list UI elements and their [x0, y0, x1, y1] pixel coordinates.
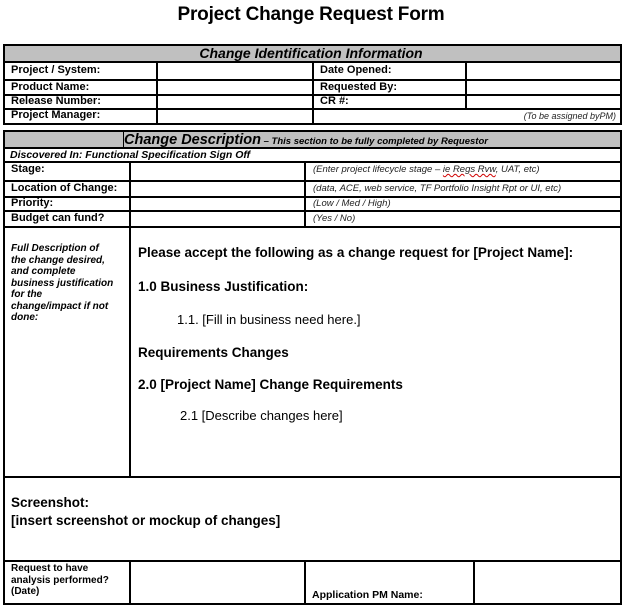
divider [304, 161, 306, 227]
label-line: the change desired, [11, 254, 105, 266]
label-line: Request to have [11, 563, 89, 574]
label-line: (Date) [11, 586, 40, 597]
cr-assigned-note: (To be assigned byPM) [523, 111, 616, 121]
location-label: Location of Change: [11, 182, 118, 194]
describe-changes-item: 2.1 [Describe changes here] [180, 408, 343, 423]
form-title: Project Change Request Form [177, 4, 445, 25]
analysis-request-label: Request to have analysis performed? (Dat… [11, 563, 109, 598]
release-number-label: Release Number: [11, 95, 101, 107]
project-system-label: Project / System: [11, 64, 101, 76]
label-line: business justification [11, 277, 114, 289]
requirements-changes-heading: Requirements Changes [138, 345, 289, 360]
stage-hint-suffix: , UAT, etc) [495, 164, 540, 175]
application-pm-name-label: Application PM Name: [312, 589, 423, 601]
analysis-date-field[interactable] [131, 562, 304, 604]
date-opened-field[interactable] [467, 63, 620, 79]
stage-label: Stage: [11, 163, 45, 175]
stage-hint: (Enter project lifecycle stage – ie Regs… [313, 164, 540, 175]
stage-hint-misspelled: ie Regs Rvw [442, 164, 496, 175]
change-requirements-heading: 2.0 [Project Name] Change Requirements [138, 377, 403, 392]
budget-field[interactable] [131, 212, 304, 226]
budget-hint: (Yes / No) [313, 213, 356, 224]
application-pm-name-field[interactable] [475, 562, 620, 604]
business-need-item: 1.1. [Fill in business need here.] [177, 312, 361, 327]
description-intro: Please accept the following as a change … [138, 245, 574, 260]
label-line: Full Description of [11, 243, 99, 254]
screenshot-label: Screenshot: [11, 495, 90, 510]
cr-number-label: CR #: [320, 95, 349, 107]
label-line: and complete [11, 266, 76, 277]
priority-label: Priority: [11, 197, 54, 209]
location-hint: (data, ACE, web service, TF Portfolio In… [313, 183, 562, 194]
cr-number-field[interactable] [467, 96, 620, 108]
discovered-in-label: Discovered In: Functional Specification … [10, 149, 251, 161]
label-line: change/impact if not [11, 300, 109, 312]
project-system-field[interactable] [158, 63, 312, 79]
project-manager-field[interactable] [158, 110, 312, 123]
stage-hint-prefix: (Enter project lifecycle stage – [313, 164, 443, 175]
label-line: for the [11, 289, 43, 300]
full-description-label: Full Description of the change desired, … [11, 243, 113, 324]
divider [312, 61, 314, 124]
project-manager-label: Project Manager: [11, 109, 101, 121]
location-field[interactable] [131, 182, 304, 196]
date-opened-label: Date Opened: [320, 64, 392, 76]
product-name-label: Product Name: [11, 81, 90, 93]
label-line: analysis performed? [11, 574, 109, 586]
requested-by-field[interactable] [467, 81, 620, 94]
label-line: done: [11, 312, 39, 323]
divider [304, 560, 306, 604]
budget-label: Budget can fund? [11, 212, 105, 224]
release-number-field[interactable] [158, 96, 312, 108]
stage-field[interactable] [131, 163, 304, 180]
requested-by-label: Requested By: [320, 81, 398, 93]
product-name-field[interactable] [158, 81, 312, 94]
business-justification-heading: 1.0 Business Justification: [138, 279, 309, 294]
priority-hint: (Low / Med / High) [313, 198, 391, 209]
priority-field[interactable] [131, 198, 304, 210]
screenshot-placeholder: [insert screenshot or mockup of changes] [11, 513, 281, 528]
divider [3, 161, 622, 163]
